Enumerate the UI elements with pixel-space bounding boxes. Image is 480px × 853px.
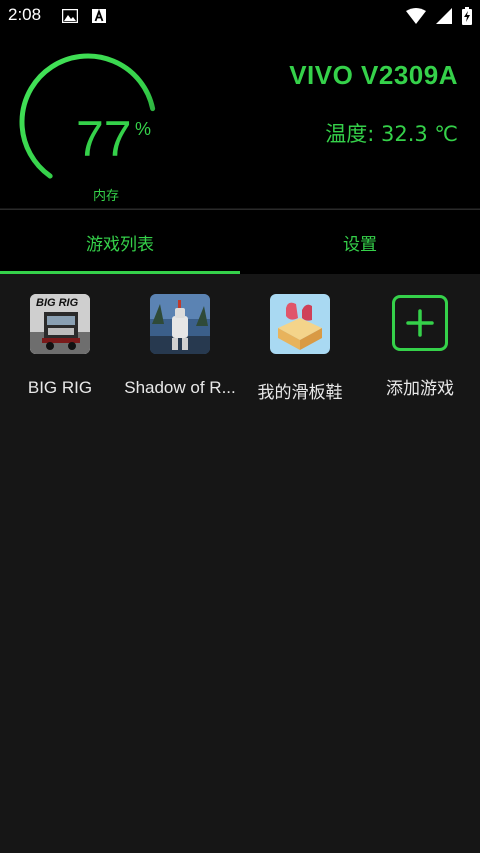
skate-shoe-game-icon — [270, 294, 330, 354]
memory-percent-value: 77 — [76, 111, 132, 167]
add-game-label: 添加游戏 — [386, 379, 454, 398]
tab-game-list[interactable]: 游戏列表 — [0, 210, 240, 274]
a-icon — [92, 8, 106, 27]
game-item-skate-shoe[interactable]: 我的滑板鞋 — [240, 273, 360, 413]
device-name: VIVO V2309A — [289, 60, 458, 90]
plus-icon — [392, 295, 448, 351]
shadow-game-icon — [150, 294, 210, 354]
tab-bar: 游戏列表 设置 — [0, 209, 480, 274]
battery-charging-icon — [462, 7, 472, 29]
game-name: BIG RIG — [27, 378, 93, 397]
tab-settings[interactable]: 设置 — [240, 210, 480, 274]
wifi-icon — [406, 8, 426, 28]
memory-label: 内存 — [93, 189, 120, 204]
device-temperature: 温度: 32.3 ℃ — [325, 122, 458, 146]
game-item-big-rig[interactable]: BIG RIG BIG RIG — [0, 273, 120, 413]
status-bar: 2:08 — [0, 0, 480, 32]
game-list: BIG RIG BIG RIG Shadow of R... 我的滑板鞋 添加游… — [0, 273, 480, 413]
memory-percent-unit: % — [135, 119, 152, 139]
device-header: 77 % 内存 VIVO V2309A 温度: 32.3 ℃ — [0, 32, 480, 208]
tab-settings-label: 设置 — [343, 234, 377, 255]
big-rig-game-icon: BIG RIG — [30, 294, 90, 354]
memory-gauge: 77 % 内存 — [18, 52, 158, 204]
image-icon — [61, 8, 79, 27]
game-name: 我的滑板鞋 — [257, 383, 343, 402]
add-game-button[interactable]: 添加游戏 — [360, 273, 480, 413]
tab-game-list-label: 游戏列表 — [86, 234, 154, 255]
game-name: Shadow of R... — [124, 378, 236, 397]
signal-icon — [436, 8, 452, 28]
game-item-shadow[interactable]: Shadow of R... — [120, 273, 240, 413]
status-time: 2:08 — [8, 5, 42, 24]
big-rig-icon-text: BIG RIG — [36, 297, 79, 309]
